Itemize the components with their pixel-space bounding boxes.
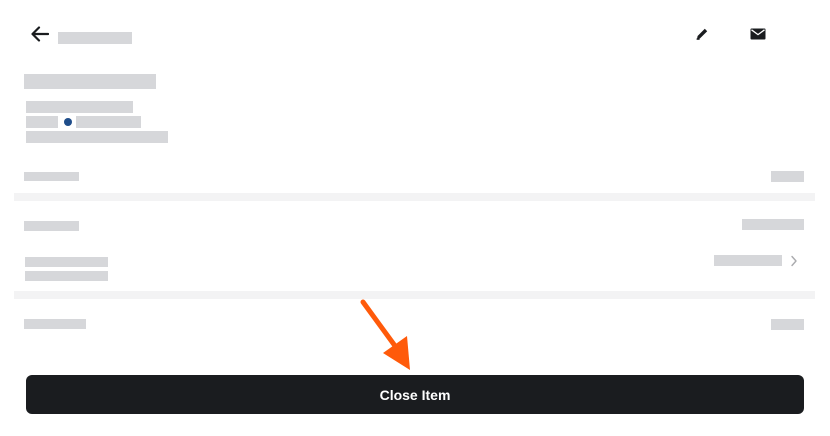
- status-dot: [64, 118, 72, 126]
- details-section: [14, 201, 815, 291]
- details-label-placeholder: [24, 221, 79, 231]
- close-item-button[interactable]: Close Item: [26, 375, 804, 414]
- item-summary-section: [14, 14, 815, 193]
- additional-value-placeholder: [771, 319, 804, 330]
- item-description-placeholder: [26, 131, 168, 143]
- item-detail-screen: Close Item: [14, 14, 815, 422]
- item-status-value-placeholder: [76, 116, 141, 128]
- details-link-row[interactable]: [14, 251, 815, 287]
- pencil-icon[interactable]: [695, 27, 709, 41]
- details-row-sublabel-placeholder: [25, 271, 108, 281]
- header-title-placeholder: [58, 32, 132, 44]
- chevron-right-icon: [790, 255, 798, 267]
- field-value-placeholder: [771, 171, 804, 182]
- additional-label-placeholder: [24, 319, 86, 329]
- details-row-label-placeholder: [25, 257, 108, 267]
- item-status-placeholder: [26, 116, 58, 128]
- field-label-placeholder: [24, 172, 79, 181]
- item-title-placeholder: [24, 74, 156, 89]
- back-arrow-icon[interactable]: [31, 26, 49, 42]
- details-row-value-placeholder: [714, 255, 782, 266]
- item-subtitle-placeholder: [26, 101, 133, 113]
- details-value-placeholder: [742, 219, 804, 230]
- envelope-icon[interactable]: [750, 28, 766, 40]
